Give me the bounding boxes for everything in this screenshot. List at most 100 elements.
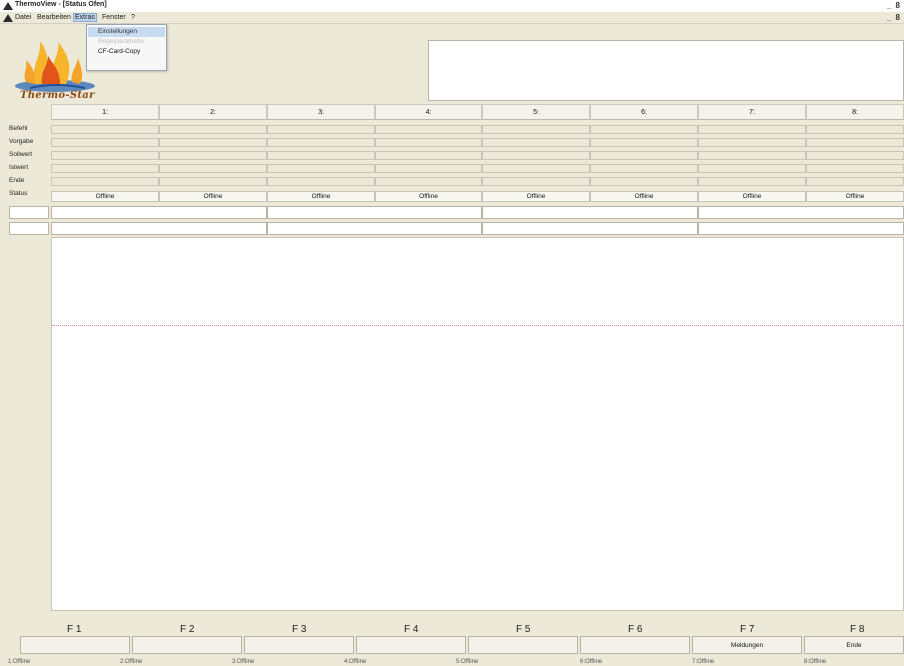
- column-header-5[interactable]: 5:: [482, 104, 590, 120]
- cell-ende-3: [267, 177, 375, 186]
- pair-box-1-2-b[interactable]: [51, 222, 267, 235]
- pair-box-1-2-a[interactable]: [51, 206, 267, 219]
- cell-ende-7: [698, 177, 806, 186]
- cell-istwert-2: [159, 164, 267, 173]
- column-header-1[interactable]: 1:: [51, 104, 159, 120]
- mdi-window-controls[interactable]: _ 8: [887, 13, 901, 22]
- f8-ende-button[interactable]: Ende: [804, 636, 904, 654]
- pair-box-3-4-a[interactable]: [267, 206, 482, 219]
- cell-istwert-4: [375, 164, 482, 173]
- cell-befehl-1: [51, 125, 159, 134]
- status-cell-8: Offline: [806, 191, 904, 202]
- cell-sollwert-8: [806, 151, 904, 160]
- fkey-label-5: F 5: [516, 624, 531, 635]
- reference-line: [52, 325, 903, 326]
- statusbar-furnace-7: 7:Offline: [692, 659, 715, 665]
- pair-box-5-6-a[interactable]: [482, 206, 698, 219]
- menu-item-cf-card-copy[interactable]: CF-Card-Copy: [88, 47, 165, 57]
- window-title: ThermoView - [Status Ofen]: [15, 1, 107, 8]
- status-cell-5: Offline: [482, 191, 590, 202]
- column-header-3[interactable]: 3:: [267, 104, 375, 120]
- cell-sollwert-3: [267, 151, 375, 160]
- cell-sollwert-7: [698, 151, 806, 160]
- f2-button[interactable]: [132, 636, 242, 654]
- fkey-label-6: F 6: [628, 624, 643, 635]
- cell-befehl-7: [698, 125, 806, 134]
- menu-fenster[interactable]: Fenster: [102, 14, 126, 21]
- status-cell-6: Offline: [590, 191, 698, 202]
- status-cell-7: Offline: [698, 191, 806, 202]
- cell-vorgabe-6: [590, 138, 698, 147]
- status-cell-3: Offline: [267, 191, 375, 202]
- statusbar-furnace-8: 8:Offline: [804, 659, 827, 665]
- row-label-sollwert: Sollwert: [9, 151, 33, 158]
- cell-vorgabe-1: [51, 138, 159, 147]
- f6-button[interactable]: [580, 636, 690, 654]
- cell-ende-1: [51, 177, 159, 186]
- statusbar-furnace-3: 3:Offline: [232, 659, 255, 665]
- row-label-istwert: Istwert: [9, 164, 29, 171]
- info-panel: [428, 40, 904, 101]
- pair-box-3-4-b[interactable]: [267, 222, 482, 235]
- status-cell-4: Offline: [375, 191, 482, 202]
- cell-vorgabe-5: [482, 138, 590, 147]
- menu-datei[interactable]: Datei: [15, 14, 31, 21]
- cell-vorgabe-8: [806, 138, 904, 147]
- cell-istwert-3: [267, 164, 375, 173]
- cell-ende-4: [375, 177, 482, 186]
- app-icon[interactable]: [3, 2, 13, 10]
- column-header-2[interactable]: 2:: [159, 104, 267, 120]
- cell-vorgabe-4: [375, 138, 482, 147]
- column-header-4[interactable]: 4:: [375, 104, 482, 120]
- cell-istwert-8: [806, 164, 904, 173]
- menu-extras[interactable]: Extras: [73, 13, 97, 22]
- title-bar: ThermoView - [Status Ofen] _ 8: [0, 0, 904, 12]
- f7-meldungen-button[interactable]: Meldungen: [692, 636, 802, 654]
- f5-button[interactable]: [468, 636, 578, 654]
- statusbar-furnace-5: 5:Offline: [456, 659, 479, 665]
- menu-item-regelparameter[interactable]: Regelparameter: [88, 37, 165, 47]
- left-input-1[interactable]: [9, 206, 49, 219]
- cell-sollwert-2: [159, 151, 267, 160]
- column-header-8[interactable]: 8:: [806, 104, 904, 120]
- cell-istwert-1: [51, 164, 159, 173]
- fkey-label-7: F 7: [740, 624, 755, 635]
- cell-befehl-6: [590, 125, 698, 134]
- fkey-label-4: F 4: [404, 624, 419, 635]
- fkey-label-2: F 2: [180, 624, 195, 635]
- logo-text: Thermo-Star: [20, 90, 95, 101]
- column-header-6[interactable]: 6:: [590, 104, 698, 120]
- cell-sollwert-6: [590, 151, 698, 160]
- menu-help[interactable]: ?: [131, 14, 135, 21]
- fkey-label-1: F 1: [67, 624, 82, 635]
- f4-button[interactable]: [356, 636, 466, 654]
- cell-vorgabe-7: [698, 138, 806, 147]
- row-label-status: Status: [9, 190, 28, 197]
- statusbar-furnace-4: 4:Offline: [344, 659, 367, 665]
- statusbar-furnace-1: 1:Offline: [8, 659, 31, 665]
- cell-istwert-6: [590, 164, 698, 173]
- pair-box-5-6-b[interactable]: [482, 222, 698, 235]
- row-label-ende: Ende: [9, 177, 25, 184]
- row-label-vorgabe: Vorgabe: [9, 138, 34, 145]
- fkey-label-8: F 8: [850, 624, 865, 635]
- pair-box-7-8-a[interactable]: [698, 206, 904, 219]
- pair-box-7-8-b[interactable]: [698, 222, 904, 235]
- statusbar-furnace-6: 6:Offline: [580, 659, 603, 665]
- cell-istwert-7: [698, 164, 806, 173]
- cell-befehl-3: [267, 125, 375, 134]
- left-input-2[interactable]: [9, 222, 49, 235]
- extras-dropdown-menu: Einstellungen Regelparameter CF-Card-Cop…: [86, 24, 167, 71]
- menu-bearbeiten[interactable]: Bearbeiten: [37, 14, 71, 21]
- row-label-befehl: Befehl: [9, 125, 28, 132]
- window-controls[interactable]: _ 8: [887, 1, 901, 10]
- cell-sollwert-5: [482, 151, 590, 160]
- cell-befehl-8: [806, 125, 904, 134]
- column-header-7[interactable]: 7:: [698, 104, 806, 120]
- menu-item-einstellungen[interactable]: Einstellungen: [88, 27, 165, 37]
- cell-istwert-5: [482, 164, 590, 173]
- f3-button[interactable]: [244, 636, 354, 654]
- cell-sollwert-1: [51, 151, 159, 160]
- child-window-icon[interactable]: [3, 14, 13, 22]
- f1-button[interactable]: [20, 636, 130, 654]
